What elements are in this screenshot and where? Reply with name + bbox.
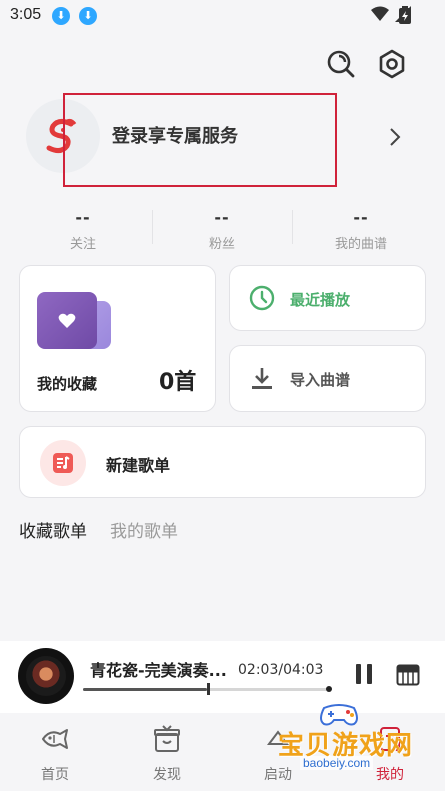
stat-following[interactable]: -- 关注	[18, 208, 148, 252]
nav-label: 发现	[153, 767, 181, 783]
piano-icon[interactable]	[396, 664, 420, 686]
stat-value: --	[75, 208, 91, 227]
progress-thumb[interactable]	[207, 683, 210, 695]
tab-favorite-playlists[interactable]: 收藏歌单	[19, 517, 87, 542]
nav-label: 首页	[41, 767, 69, 783]
download-icon	[252, 368, 272, 389]
highlight-box	[63, 93, 337, 187]
fish-icon	[42, 729, 68, 749]
heart-icon	[58, 313, 76, 328]
playlist-icon	[40, 440, 86, 486]
divider	[152, 210, 153, 244]
album-art[interactable]	[18, 648, 74, 704]
music-note-icon	[53, 453, 73, 473]
wifi-icon	[371, 6, 389, 21]
stat-value: --	[214, 208, 230, 227]
nav-home[interactable]: 首页	[15, 724, 95, 784]
pause-button[interactable]	[352, 664, 376, 688]
stat-label: 我的曲谱	[334, 237, 387, 252]
clock-icon	[249, 285, 275, 311]
download-notification-icon: ⬇	[52, 7, 70, 25]
settings-icon[interactable]	[376, 48, 408, 80]
favorites-cover	[37, 292, 97, 349]
tab-my-playlists[interactable]: 我的歌单	[110, 517, 178, 542]
gift-box-icon	[154, 725, 180, 752]
song-time: 02:03/04:03	[238, 662, 324, 678]
divider	[292, 210, 293, 244]
search-icon[interactable]	[325, 48, 357, 80]
progress-fill	[83, 688, 207, 691]
stat-fans[interactable]: -- 粉丝	[157, 208, 287, 252]
nav-discover[interactable]: 发现	[127, 724, 207, 784]
favorites-label: 我的收藏	[37, 375, 98, 393]
progress-end-dot	[326, 686, 332, 692]
watermark-url: baobeiy.com	[300, 756, 374, 770]
new-playlist-label: 新建歌单	[106, 456, 171, 475]
stat-label: 关注	[69, 237, 96, 252]
status-time: 3:05	[10, 6, 42, 23]
chevron-right-icon[interactable]	[386, 126, 404, 148]
import-scores-label: 导入曲谱	[290, 371, 351, 389]
pause-bar	[356, 664, 361, 684]
recent-played-label: 最近播放	[290, 291, 351, 309]
stat-value: --	[353, 208, 369, 227]
stat-label: 粉丝	[208, 237, 235, 252]
song-title: 青花瓷-完美演奏...	[90, 661, 227, 680]
battery-icon	[399, 6, 411, 24]
download-notification-icon: ⬇	[79, 7, 97, 25]
gamepad-icon	[320, 704, 358, 726]
album-art-image	[26, 656, 66, 696]
stat-my-scores[interactable]: -- 我的曲谱	[296, 208, 426, 252]
pause-bar	[367, 664, 372, 684]
favorites-count: 0首	[159, 370, 197, 395]
